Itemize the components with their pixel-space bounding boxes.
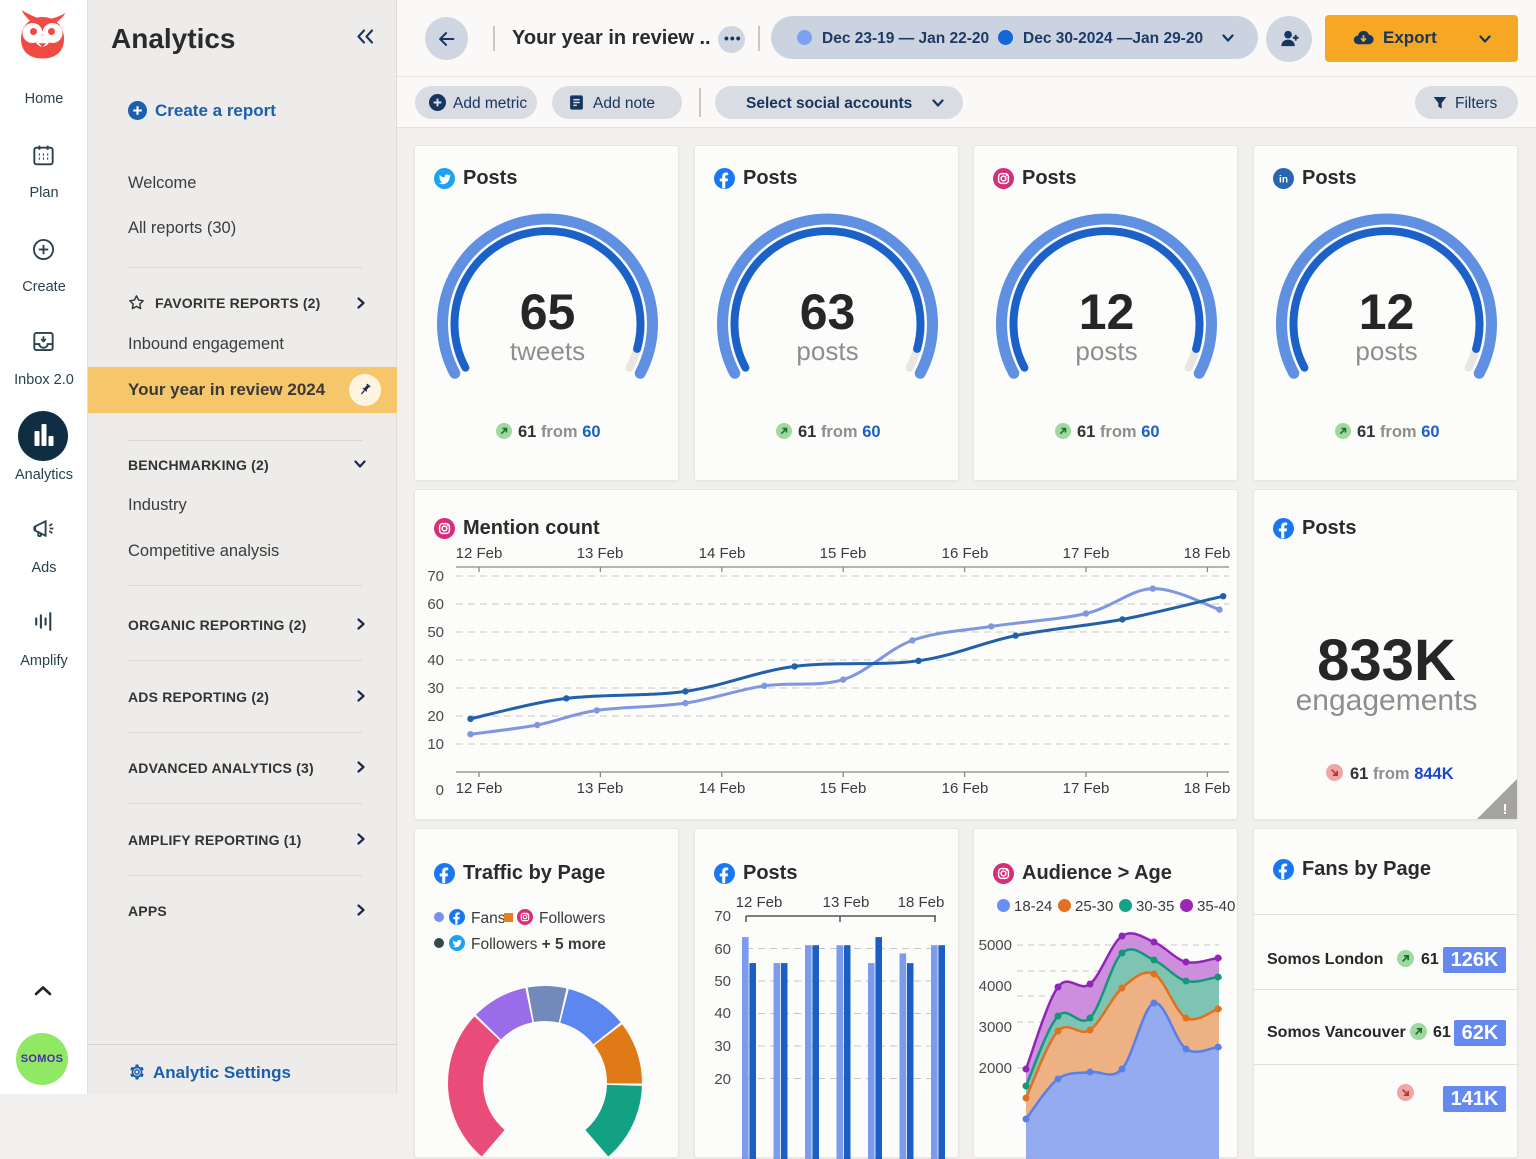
svg-text:!: ! <box>1503 801 1508 818</box>
